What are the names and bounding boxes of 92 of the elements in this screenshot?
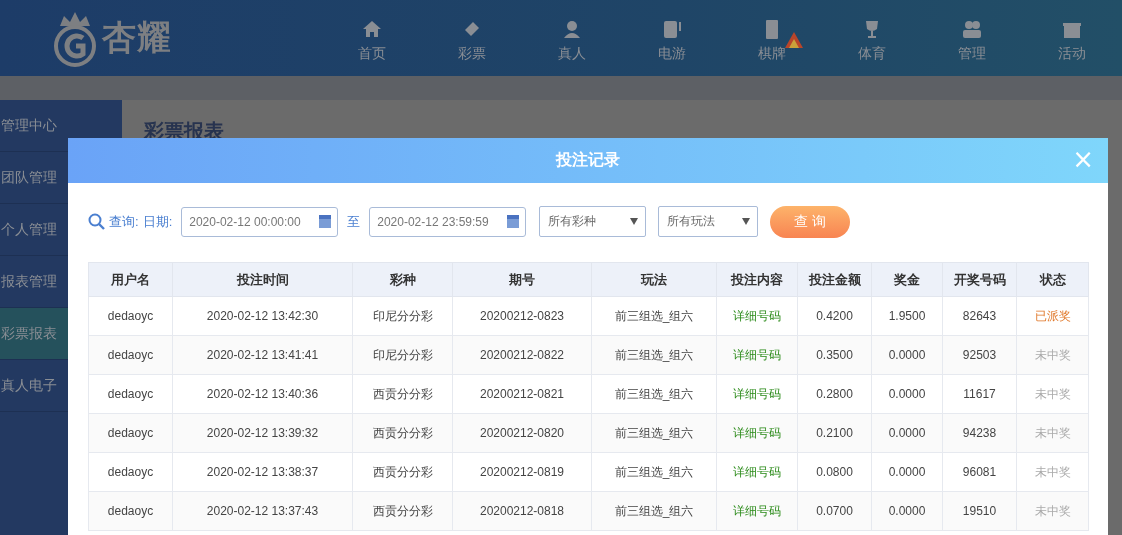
table-cell: 西贡分分彩: [352, 452, 453, 492]
table-cell: 0.0000: [871, 374, 943, 414]
table-cell: 2020-02-12 13:42:30: [172, 296, 353, 336]
table-cell: 96081: [942, 452, 1017, 492]
table-cell: 2020-02-12 13:38:37: [172, 452, 353, 492]
table-cell: 前三组选_组六: [591, 413, 717, 453]
table-cell: 82643: [942, 296, 1017, 336]
table-cell: 前三组选_组六: [591, 452, 717, 492]
table-cell: 20200212-0822: [452, 335, 592, 375]
nav-item[interactable]: 活动: [1022, 13, 1122, 63]
table-cell: 2020-02-12 13:39:32: [172, 413, 353, 453]
table-cell: 11617: [942, 374, 1017, 414]
table-cell: 1.9500: [871, 296, 943, 336]
table-cell: 0.3500: [797, 335, 872, 375]
table-cell: 2020-02-12 13:41:41: [172, 335, 353, 375]
logo-text: 杏耀: [102, 17, 172, 58]
table-cell: 西贡分分彩: [352, 413, 453, 453]
details-link[interactable]: 详细号码: [716, 452, 798, 492]
column-header: 状态: [1016, 262, 1089, 297]
table-cell: 前三组选_组六: [591, 491, 717, 531]
calendar-icon: [506, 214, 521, 229]
table-cell: 20200212-0821: [452, 374, 592, 414]
nav-item[interactable]: 电游: [622, 13, 722, 63]
status-cell: 未中奖: [1016, 335, 1089, 375]
query-button[interactable]: 查 询: [770, 205, 851, 238]
table-cell: 0.4200: [797, 296, 872, 336]
table-cell: 0.0000: [871, 335, 943, 375]
table-cell: 0.2800: [797, 374, 872, 414]
column-header: 开奖号码: [942, 262, 1017, 297]
table-cell: dedaoyc: [88, 413, 173, 453]
nav-item[interactable]: 真人: [522, 13, 622, 63]
details-link[interactable]: 详细号码: [716, 374, 798, 414]
table-cell: 19510: [942, 491, 1017, 531]
nav-item[interactable]: 管理: [922, 13, 1022, 63]
table-cell: 20200212-0818: [452, 491, 592, 531]
table-cell: 印尼分分彩: [352, 335, 453, 375]
table-cell: dedaoyc: [88, 335, 173, 375]
table-cell: 0.0000: [871, 413, 943, 453]
nav-item[interactable]: 彩票: [422, 13, 522, 63]
table-cell: 0.0700: [797, 491, 872, 531]
status-cell: 已派奖: [1016, 296, 1089, 336]
table-cell: 20200212-0820: [452, 413, 592, 453]
table-cell: 西贡分分彩: [352, 491, 453, 531]
table-cell: dedaoyc: [88, 374, 173, 414]
dialog-title: 投注记录: [556, 150, 620, 170]
table-cell: 20200212-0823: [452, 296, 592, 336]
lottery-dropdown[interactable]: 所有彩种: [539, 206, 647, 237]
search-icon: [88, 212, 106, 231]
calendar-icon: [318, 214, 333, 229]
to-label: 至: [347, 212, 361, 231]
status-cell: 未中奖: [1016, 452, 1089, 492]
play-dropdown[interactable]: 所有玩法: [658, 206, 759, 237]
nav-item[interactable]: 体育: [822, 13, 922, 63]
column-header: 期号: [452, 262, 592, 297]
table-cell: 0.0000: [871, 452, 943, 492]
date-label: 日期:: [142, 212, 173, 231]
column-header: 玩法: [591, 262, 717, 297]
table-cell: 0.0800: [797, 452, 872, 492]
column-header: 投注时间: [172, 262, 353, 297]
table-cell: 0.2100: [797, 413, 872, 453]
table-cell: dedaoyc: [88, 296, 173, 336]
start-date-field[interactable]: 2020-02-12 00:00:00: [181, 206, 339, 237]
table-cell: 前三组选_组六: [591, 335, 717, 375]
end-date-field[interactable]: 2020-02-12 23:59:59: [369, 206, 527, 237]
table-cell: 前三组选_组六: [591, 374, 717, 414]
table-cell: 2020-02-12 13:40:36: [172, 374, 353, 414]
nav-item[interactable]: 棋牌: [722, 13, 822, 63]
column-header: 奖金: [871, 262, 943, 297]
table-cell: 2020-02-12 13:37:43: [172, 491, 353, 531]
column-header: 彩种: [352, 262, 453, 297]
caret-icon: [630, 218, 639, 225]
table-cell: dedaoyc: [88, 452, 173, 492]
details-link[interactable]: 详细号码: [716, 296, 798, 336]
details-link[interactable]: 详细号码: [716, 335, 798, 375]
details-link[interactable]: 详细号码: [716, 413, 798, 453]
nav-item[interactable]: 首页: [322, 13, 422, 63]
column-header: 投注内容: [716, 262, 798, 297]
details-link[interactable]: 详细号码: [716, 491, 798, 531]
table-cell: 94238: [942, 413, 1017, 453]
table-cell: 0.0000: [871, 491, 943, 531]
column-header: 用户名: [88, 262, 173, 297]
table-cell: 前三组选_组六: [591, 296, 717, 336]
table-cell: 印尼分分彩: [352, 296, 453, 336]
table-cell: 西贡分分彩: [352, 374, 453, 414]
status-cell: 未中奖: [1016, 413, 1089, 453]
status-cell: 未中奖: [1016, 374, 1089, 414]
table-cell: 20200212-0819: [452, 452, 592, 492]
table-cell: 92503: [942, 335, 1017, 375]
table-cell: dedaoyc: [88, 491, 173, 531]
column-header: 投注金额: [797, 262, 872, 297]
status-cell: 未中奖: [1016, 491, 1089, 531]
caret-icon: [742, 218, 751, 225]
